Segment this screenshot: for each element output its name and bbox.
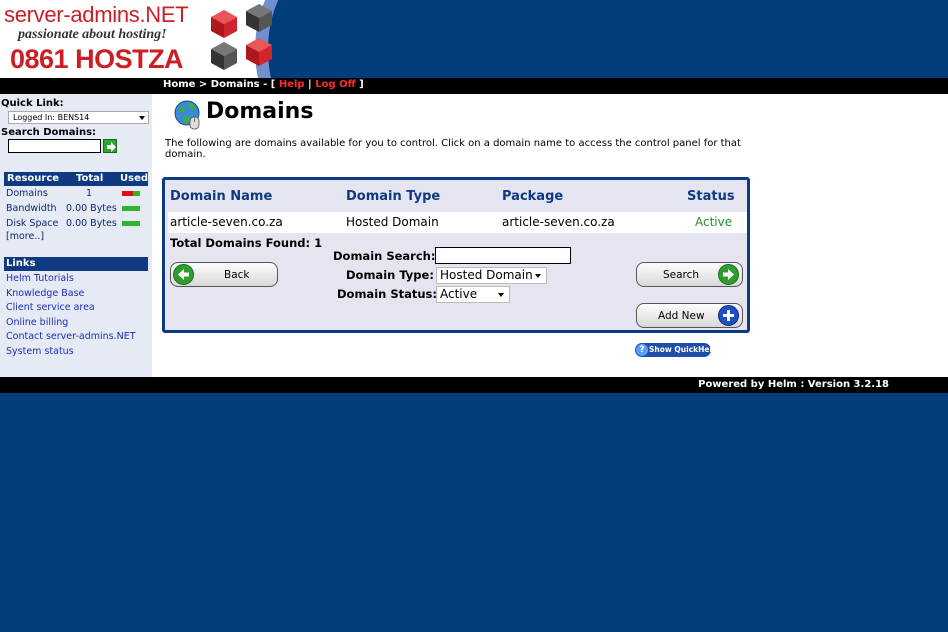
navbar: Home > Domains - [ Help | Log Off ] [0,78,948,94]
help-icon: ? [636,344,648,356]
arrow-right-icon [107,142,116,152]
resource-name: Bandwidth [6,203,57,214]
chevron-down-icon [498,293,504,297]
back-button[interactable]: Back [170,262,278,287]
resource-total: 0.00 Bytes [66,218,117,229]
resource-row-domains: Domains 1 [4,186,148,201]
domain-status-label: Domain Status: [337,287,437,301]
resource-table-header: Resource Total Used [4,172,148,186]
domain-search-input[interactable] [435,247,571,264]
link-helm-tutorials[interactable]: Helm Tutorials [6,273,136,288]
search-go-button[interactable] [103,139,117,153]
powered-by-text: Powered by Helm : Version 3.2.18 [698,379,889,390]
logo-phone: 0861 HOSTZA [10,44,184,74]
link-client-service-area[interactable]: Client service area [6,302,136,317]
more-resources-link[interactable]: [more..] [6,231,44,242]
domain-type-label: Domain Type: [346,268,434,282]
intro-text: The following are domains available for … [165,138,741,160]
search-button[interactable]: Search [636,262,743,287]
domain-search-label: Domain Search: [333,249,436,263]
search-button-label: Search [663,269,700,281]
resource-name: Disk Space [6,218,59,229]
globe-mouse-icon [174,100,200,130]
link-system-status[interactable]: System status [6,346,136,361]
show-quickhelp-button[interactable]: ? Show QuickHelp [635,343,717,357]
usage-bar [122,191,140,196]
breadcrumb: Home > Domains - [ Help | Log Off ] [163,79,364,90]
plus-icon [718,305,739,326]
domain-status-value: Active [440,287,478,301]
breadcrumb-bracket-open: - [ [259,79,279,90]
sidebar: Quick Link: Logged In: BENS14 Search Dom… [0,94,152,377]
search-domains-input[interactable] [8,139,101,153]
col-header-package: Package [502,189,564,204]
logo[interactable]: server-admins.NET passionate about hosti… [0,0,310,78]
links-header: Links [4,257,148,271]
link-online-billing[interactable]: Online billing [6,317,136,332]
resource-table: Resource Total Used Domains 1 Bandwidth … [4,172,148,242]
cubes-icon [211,4,272,70]
domain-type-select[interactable]: Hosted Domain [436,267,547,284]
usage-bar [122,221,140,226]
log-off-link[interactable]: Log Off [315,79,355,90]
status-cell: Active [695,215,733,229]
footer: Powered by Helm : Version 3.2.18 [0,377,948,393]
quickhelp-label: Show QuickHelp [649,345,718,354]
logo-tagline: passionate about hosting! [18,27,167,42]
quick-link-value: Logged In: BENS14 [13,113,90,122]
search-domains-label: Search Domains: [1,127,97,138]
table-row[interactable]: article-seven.co.za Hosted Domain articl… [168,212,747,233]
chevron-down-icon [535,274,541,278]
col-header-domain-name: Domain Name [170,189,273,204]
chevron-down-icon [139,116,145,120]
used-col-header: Used [120,173,149,184]
resource-total: 1 [86,188,93,199]
help-link[interactable]: Help [279,79,305,90]
breadcrumb-home-link[interactable]: Home [163,79,195,90]
quick-link-label: Quick Link: [1,98,64,109]
package-cell: article-seven.co.za [502,215,615,229]
quick-link-select[interactable]: Logged In: BENS14 [8,111,149,124]
resource-row-disk-space: Disk Space 0.00 Bytes [4,216,148,231]
breadcrumb-separator: > [195,79,211,90]
links-list: Helm Tutorials Knowledge Base Client ser… [6,273,136,361]
domains-panel: Domain Name Domain Type Package Status a… [162,177,750,333]
total-col-header: Total [76,173,104,184]
page-title: Domains [206,99,314,124]
breadcrumb-current: Domains [210,79,260,90]
domain-name-link[interactable]: article-seven.co.za [170,215,283,229]
resource-row-bandwidth: Bandwidth 0.00 Bytes [4,201,148,216]
col-header-status: Status [687,189,735,204]
domain-type-value: Hosted Domain [440,268,533,282]
add-new-button[interactable]: Add New [636,303,743,328]
link-contact[interactable]: Contact server-admins.NET [6,331,136,346]
add-new-button-label: Add New [658,310,705,322]
resource-col-header: Resource [7,173,60,184]
link-knowledge-base[interactable]: Knowledge Base [6,288,136,303]
main-content: Domains The following are domains availa… [152,94,948,377]
arrow-left-icon [173,264,194,285]
domain-status-select[interactable]: Active [436,286,510,303]
resource-total: 0.00 Bytes [66,203,117,214]
breadcrumb-bracket-close: ] [355,79,364,90]
header: server-admins.NET passionate about hosti… [0,0,948,78]
resource-name: Domains [6,188,48,199]
usage-bar [122,206,140,211]
arrow-right-icon [718,264,739,285]
total-domains-found: Total Domains Found: 1 [170,236,323,250]
back-button-label: Back [224,269,250,281]
domain-type-cell: Hosted Domain [346,215,439,229]
logo-line1: server-admins.NET [4,2,189,27]
breadcrumb-pipe: | [304,79,316,90]
col-header-domain-type: Domain Type [346,189,441,204]
